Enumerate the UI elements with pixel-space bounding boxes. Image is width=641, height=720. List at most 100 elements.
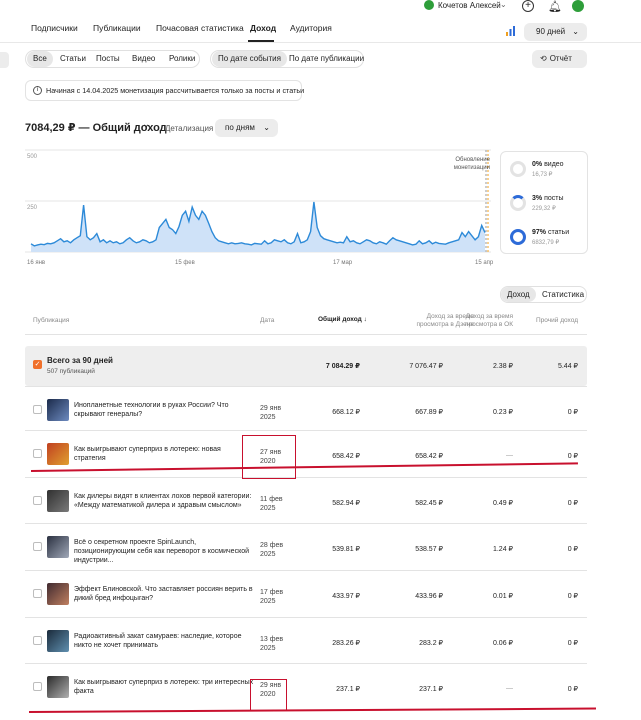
filter-articles[interactable]: Статьи [54, 51, 92, 67]
row-title[interactable]: Всё о секретном проекте SpinLaunch, пози… [74, 538, 254, 565]
row-thumbnail[interactable] [47, 399, 69, 421]
row-title[interactable]: Как дилеры видят в клиентах лохов первой… [74, 492, 254, 510]
articles-donut-icon [510, 229, 526, 245]
tab-income[interactable]: Доход [250, 23, 276, 33]
row-other: 0 ₽ [567, 593, 578, 600]
row-dzen: 667.89 ₽ [415, 409, 443, 416]
x-tick-label: 16 янв [27, 260, 45, 266]
row-date: 11 фев 2025 [260, 496, 283, 512]
row-dzen: 538.57 ₽ [415, 546, 443, 553]
row-checkbox[interactable] [33, 405, 42, 414]
toggle-statistics[interactable]: Статистика [536, 287, 590, 302]
row-ok: 0.06 ₽ [492, 640, 513, 647]
filter-video[interactable]: Видео [126, 51, 161, 67]
row-dzen: 433.96 ₽ [415, 593, 443, 600]
chevron-down-icon: ⌄ [263, 123, 270, 132]
row-checkbox[interactable] [33, 542, 42, 551]
row-total: 658.42 ₽ [332, 453, 360, 460]
posts-donut-icon [510, 195, 526, 211]
row-total: 582.94 ₽ [332, 500, 360, 507]
row-total: 237.1 ₽ [336, 686, 360, 693]
row-ok: 0.23 ₽ [492, 409, 513, 416]
row-date: 28 фев 2025 [260, 542, 284, 558]
row-thumbnail[interactable] [47, 583, 69, 605]
detail-select[interactable]: по дням ⌄ [215, 119, 278, 137]
row-other: 0 ₽ [567, 500, 578, 507]
profile-icon[interactable] [572, 0, 584, 12]
filter-posts[interactable]: Посты [90, 51, 126, 67]
video-share: 0% видео [532, 161, 564, 168]
row-other: 0 ₽ [567, 409, 578, 416]
notice-text: Начиная с 14.04.2025 монетизация рассчит… [46, 86, 305, 95]
underline-row-2 [30, 462, 578, 472]
filter-by-event-date[interactable]: По дате события [212, 51, 287, 67]
row-checkbox[interactable] [33, 589, 42, 598]
chart-annotation: Обновление монетизации [453, 157, 490, 171]
income-chart: 500 250 16 янв 15 фев 17 мар 15 апр [25, 149, 494, 266]
row-total: 433.97 ₽ [332, 593, 360, 600]
toggle-income[interactable]: Доход [501, 287, 536, 302]
articles-amount: 6832,79 ₽ [532, 240, 560, 246]
row-checkbox[interactable] [33, 449, 42, 458]
row-checkbox[interactable] [33, 496, 42, 505]
row-ok: 0.01 ₽ [492, 593, 513, 600]
row-other: 0 ₽ [567, 686, 578, 693]
highlight-date-2 [250, 679, 287, 711]
select-all-checkbox[interactable]: ✓ [33, 360, 42, 369]
row-title[interactable]: Инопланетные технологии в руках России? … [74, 401, 254, 419]
row-thumbnail[interactable] [47, 490, 69, 512]
row-title[interactable]: Радиоактивный закат самураев: наследие, … [74, 632, 254, 650]
row-ok: 1.24 ₽ [492, 546, 513, 553]
chevron-down-icon: ⌄ [572, 27, 579, 36]
period-value: 90 дней [536, 27, 566, 36]
row-ok: — [506, 452, 513, 459]
row-divider [25, 570, 587, 571]
posts-share: 3% посты [532, 195, 564, 202]
total-row-other: 5.44 ₽ [557, 363, 578, 370]
filter-by-publication-date[interactable]: По дате публикации [283, 51, 370, 67]
user-name[interactable]: Кочетов Алексей [438, 1, 501, 10]
row-title[interactable]: Как выигрывают суперприз в лотерею: нова… [74, 445, 254, 463]
row-divider [25, 663, 587, 664]
video-amount: 16,73 ₽ [532, 172, 553, 178]
col-ok-income[interactable]: Доход за время просмотра в ОК [455, 313, 513, 329]
col-total-income[interactable]: Общий доход ↓ [318, 316, 367, 324]
row-thumbnail[interactable] [47, 676, 69, 698]
x-tick-label: 17 мар [333, 260, 353, 266]
bars-icon [506, 26, 516, 36]
x-tick-label: 15 апр [475, 260, 494, 266]
row-ok: 0.49 ₽ [492, 500, 513, 507]
total-income-chevron-icon[interactable]: ⌄ [142, 119, 150, 130]
detail-value: по дням [225, 123, 255, 132]
total-row-dzen: 7 076.47 ₽ [409, 363, 443, 370]
tab-publications[interactable]: Публикации [93, 23, 141, 33]
row-checkbox[interactable] [33, 636, 42, 645]
row-divider [25, 477, 587, 478]
report-label: Отчёт [549, 54, 572, 63]
row-thumbnail[interactable] [47, 536, 69, 558]
row-dzen: 237.1 ₽ [419, 686, 443, 693]
add-icon[interactable]: + [522, 0, 534, 12]
row-title[interactable]: Эффект Блиновской. Что заставляет россия… [74, 585, 254, 603]
col-publication: Публикация [33, 317, 70, 324]
row-thumbnail[interactable] [47, 443, 69, 465]
filter-all[interactable]: Все [27, 51, 53, 67]
col-other-income[interactable]: Прочий доход [528, 317, 578, 325]
tab-subscribers[interactable]: Подписчики [31, 23, 78, 33]
row-title[interactable]: Как выигрывают суперприз в лотерею: три … [74, 678, 254, 696]
y-tick-label: 250 [27, 205, 38, 211]
col-date[interactable]: Дата [260, 317, 274, 325]
user-avatar-icon[interactable] [424, 0, 434, 10]
bell-icon[interactable]: 🔔︎ [548, 0, 562, 13]
period-select[interactable]: 90 дней ⌄ [524, 23, 587, 41]
row-date: 17 фев 2025 [260, 589, 284, 605]
tab-hourly-stats[interactable]: Почасовая статистика [156, 23, 244, 33]
row-total: 539.81 ₽ [332, 546, 360, 553]
row-thumbnail[interactable] [47, 630, 69, 652]
row-checkbox[interactable] [33, 682, 42, 691]
row-dzen: 582.45 ₽ [415, 500, 443, 507]
user-menu-chevron-icon[interactable]: ⌄ [500, 0, 507, 9]
report-button[interactable]: ⟲ Отчёт [532, 50, 587, 68]
filter-shorts[interactable]: Ролики [163, 51, 201, 67]
tab-audience[interactable]: Аудитория [290, 23, 332, 33]
